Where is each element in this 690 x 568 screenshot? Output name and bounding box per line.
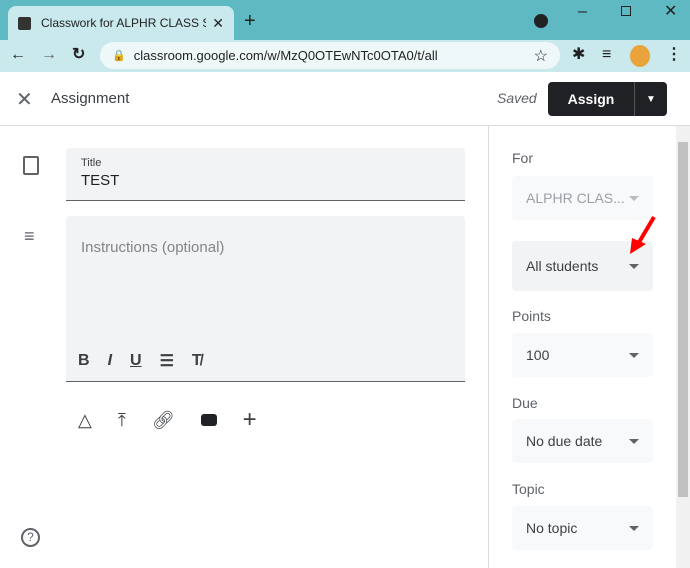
saved-status: Saved: [497, 90, 537, 106]
reload-icon[interactable]: ↻: [72, 47, 85, 63]
bold-icon[interactable]: B: [78, 352, 90, 370]
new-tab-icon[interactable]: +: [244, 11, 256, 31]
close-tab-icon[interactable]: ✕: [212, 16, 224, 30]
bookmark-star-icon[interactable]: ☆: [534, 46, 548, 66]
due-value: No due date: [526, 433, 603, 449]
assign-options-dropdown[interactable]: ▼: [635, 82, 667, 116]
due-dropdown[interactable]: No due date: [512, 419, 653, 463]
assign-button-group: Assign ▼: [548, 82, 667, 116]
chevron-down-icon: [629, 195, 639, 201]
avatar[interactable]: [630, 45, 650, 67]
link-icon[interactable]: 🔗︎: [152, 410, 175, 431]
scrollbar-thumb[interactable]: [678, 142, 688, 497]
profile-menu-icon[interactable]: [534, 14, 548, 28]
tab-title: Classwork for ALPHR CLASS SAMPLE: [41, 16, 206, 30]
back-icon[interactable]: ←: [10, 47, 26, 63]
browser-tab[interactable]: Classwork for ALPHR CLASS SAMPLE ✕: [8, 6, 234, 40]
chevron-down-icon: [629, 438, 639, 444]
assign-button[interactable]: Assign: [548, 82, 635, 116]
url-text: classroom.google.com/w/MzQ0OTEwNTc0OTA0/…: [133, 48, 438, 63]
students-value: All students: [526, 258, 599, 274]
maximize-icon[interactable]: [621, 6, 631, 16]
clear-formatting-icon[interactable]: T̸: [192, 352, 202, 370]
extensions-icon[interactable]: ✱: [572, 47, 585, 63]
title-value: TEST: [81, 172, 120, 189]
classroom-favicon-icon: [18, 16, 31, 30]
bulleted-list-icon[interactable]: ☰: [160, 351, 174, 371]
page-title: Assignment: [51, 90, 130, 107]
google-drive-icon[interactable]: △: [78, 410, 92, 431]
lock-icon: 🔒: [112, 50, 126, 62]
topic-dropdown[interactable]: No topic: [512, 506, 653, 550]
help-icon[interactable]: ?: [21, 528, 40, 547]
instructions-placeholder: Instructions (optional): [81, 239, 225, 256]
red-arrow-annotation-icon: [630, 215, 656, 254]
upload-icon[interactable]: ⤒: [118, 410, 126, 431]
due-label: Due: [512, 395, 538, 411]
youtube-icon[interactable]: [200, 414, 217, 426]
underline-icon[interactable]: U: [130, 352, 142, 370]
clipboard-icon: [23, 156, 39, 175]
chevron-down-icon: [629, 352, 639, 358]
title-label: Title: [81, 157, 102, 169]
italic-icon[interactable]: I: [108, 352, 112, 370]
instructions-field[interactable]: Instructions (optional) B I U ☰ T̸: [66, 216, 465, 382]
chevron-down-icon: [629, 525, 639, 531]
title-field[interactable]: Title TEST: [66, 148, 465, 201]
class-value: ALPHR CLAS...: [526, 190, 625, 206]
close-icon[interactable]: ✕: [16, 87, 33, 112]
topic-value: No topic: [526, 520, 578, 536]
topic-label: Topic: [512, 481, 545, 497]
minimize-icon[interactable]: –: [578, 4, 587, 20]
address-bar[interactable]: 🔒 classroom.google.com/w/MzQ0OTEwNTc0OTA…: [100, 42, 560, 69]
window-close-icon[interactable]: ✕: [664, 4, 677, 20]
description-icon: ≡: [24, 226, 35, 246]
for-label: For: [512, 150, 533, 166]
add-icon[interactable]: +: [243, 406, 257, 434]
media-control-icon[interactable]: ≡: [602, 47, 611, 63]
points-label: Points: [512, 308, 551, 324]
chevron-down-icon: [629, 263, 639, 269]
browser-menu-icon[interactable]: ⋮: [666, 47, 682, 63]
forward-icon[interactable]: →: [41, 47, 57, 63]
points-dropdown[interactable]: 100: [512, 333, 653, 377]
points-value: 100: [526, 347, 550, 363]
